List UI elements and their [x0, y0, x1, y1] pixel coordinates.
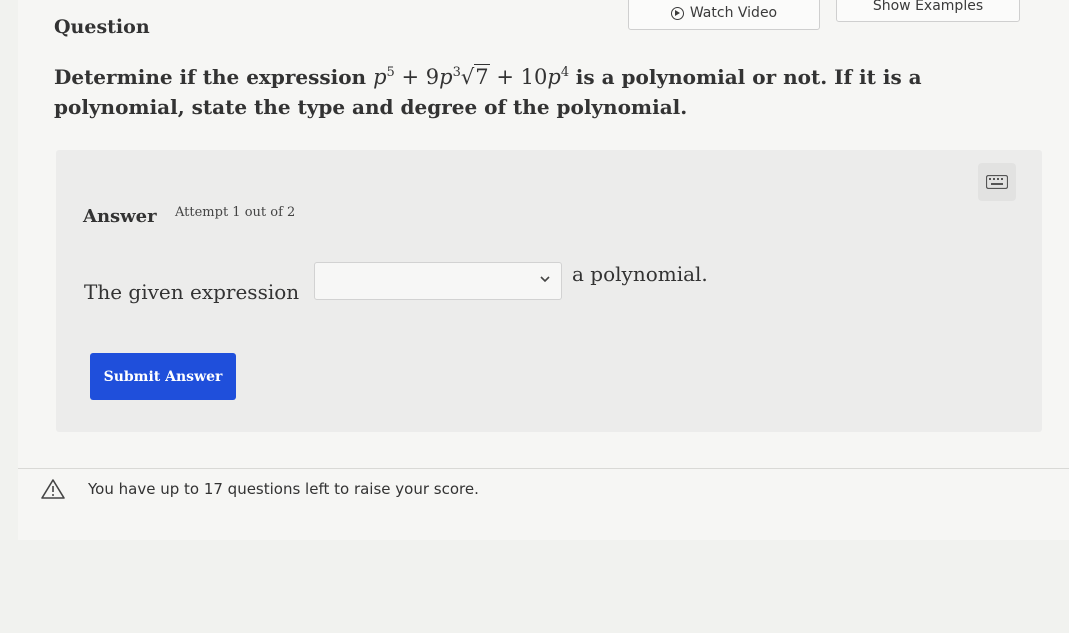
play-circle-icon	[670, 6, 684, 20]
term-coefficient: 9	[425, 65, 440, 89]
plus-sign: +	[401, 65, 420, 89]
question-label: Question	[54, 16, 150, 38]
term-base: p	[439, 65, 453, 89]
term-exponent: 4	[560, 65, 570, 80]
submit-answer-button[interactable]: Submit Answer	[90, 353, 236, 400]
notice-text: You have up to 17 questions left to rais…	[88, 480, 479, 498]
is-polynomial-dropdown[interactable]	[314, 262, 562, 300]
keyboard-button[interactable]	[978, 163, 1016, 201]
plus-sign: +	[496, 65, 514, 89]
questions-left-notice: You have up to 17 questions left to rais…	[40, 478, 479, 500]
watch-video-button[interactable]: Watch Video	[628, 0, 820, 30]
divider	[18, 468, 1069, 469]
answer-suffix-text: a polynomial.	[572, 262, 708, 286]
show-examples-label: Show Examples	[872, 0, 984, 14]
warning-icon	[41, 479, 65, 499]
term-exponent: 5	[386, 65, 395, 80]
watch-video-label: Watch Video	[689, 5, 778, 21]
polynomial-expression: p5 + 9p3√7 + 10p4	[373, 64, 576, 89]
attempt-counter: Attempt 1 out of 2	[175, 205, 296, 220]
question-prefix: Determine if the expression	[54, 65, 367, 89]
square-root: √7	[460, 64, 490, 89]
answer-label: Answer	[83, 206, 157, 227]
radicand: 7	[474, 64, 490, 89]
show-examples-button[interactable]: Show Examples	[836, 0, 1020, 22]
chevron-down-icon	[540, 276, 550, 283]
term-exponent: 3	[452, 65, 461, 80]
term-coefficient: 10	[520, 65, 548, 89]
keyboard-icon	[986, 175, 1008, 189]
term-base: p	[547, 65, 561, 89]
question-text: Determine if the expression p5 + 9p3√7 +…	[54, 58, 1014, 122]
term-base: p	[373, 65, 387, 89]
answer-prefix-text: The given expression	[84, 280, 300, 304]
